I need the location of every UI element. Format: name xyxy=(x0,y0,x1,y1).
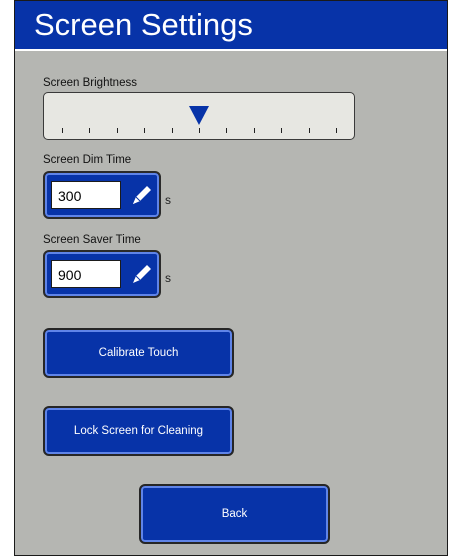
pencil-icon[interactable] xyxy=(127,181,155,209)
slider-tick xyxy=(199,128,200,133)
saver-time-label: Screen Saver Time xyxy=(43,234,141,246)
slider-tick xyxy=(308,128,310,133)
slider-tick xyxy=(89,128,91,133)
saver-time-unit: s xyxy=(165,271,171,285)
header-bar: Screen Settings xyxy=(15,1,447,51)
dim-time-value[interactable]: 300 xyxy=(51,181,121,209)
slider-tick xyxy=(226,128,228,133)
slider-tick xyxy=(281,128,283,133)
saver-time-value[interactable]: 900 xyxy=(51,260,121,288)
slider-tick xyxy=(116,128,118,133)
slider-thumb-triangle-down-icon[interactable] xyxy=(188,104,210,126)
pencil-icon[interactable] xyxy=(127,260,155,288)
settings-panel: Screen Settings Screen Brightness Screen… xyxy=(14,0,448,556)
calibrate-touch-button[interactable]: Calibrate Touch xyxy=(43,328,234,378)
dim-time-field[interactable]: 300 xyxy=(43,171,161,219)
lock-screen-button[interactable]: Lock Screen for Cleaning xyxy=(43,406,234,456)
dim-time-label: Screen Dim Time xyxy=(43,154,132,166)
slider-tick xyxy=(62,128,63,133)
slider-tick xyxy=(171,128,173,133)
slider-tick xyxy=(144,128,146,133)
saver-time-field[interactable]: 900 xyxy=(43,250,161,298)
slider-tick xyxy=(336,128,337,133)
page-title: Screen Settings xyxy=(34,7,253,42)
brightness-slider[interactable] xyxy=(43,92,355,140)
back-button[interactable]: Back xyxy=(139,484,330,544)
dim-time-unit: s xyxy=(165,193,171,207)
brightness-label: Screen Brightness xyxy=(43,77,137,89)
slider-tick xyxy=(253,128,255,133)
